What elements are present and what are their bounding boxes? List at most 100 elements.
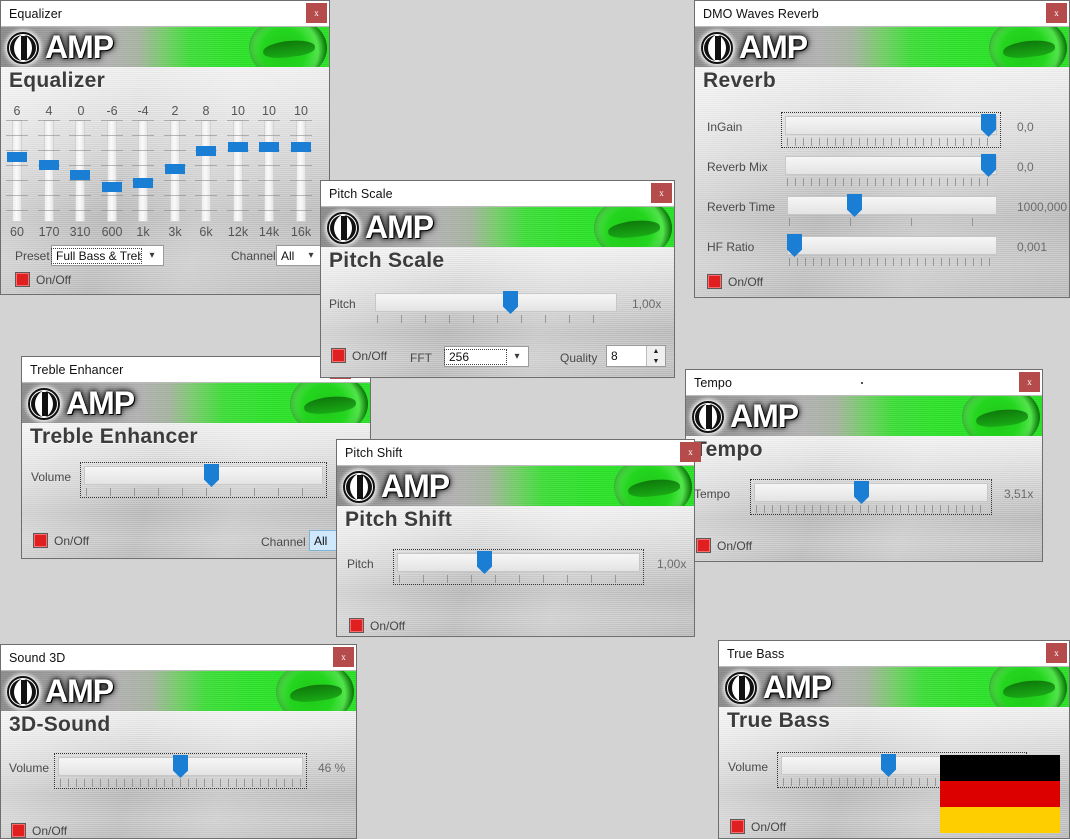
window-tempo[interactable]: Tempo x AMP Tempo Tempo 3,51x On/Off [685, 369, 1043, 562]
fft-select[interactable]: 256 ▾ [444, 346, 529, 367]
onoff-label: On/Off [751, 819, 787, 834]
reverbtime-slider[interactable] [787, 194, 997, 226]
eq-slider-3k[interactable] [164, 120, 186, 222]
eq-gain-value: 10 [231, 104, 245, 118]
eq-ticks [195, 120, 217, 222]
onoff-toggle[interactable]: On/Off [730, 819, 786, 834]
ingain-slider[interactable] [781, 112, 1001, 148]
onoff-label: On/Off [352, 348, 388, 363]
chevron-down-icon[interactable]: ▾ [506, 351, 528, 362]
stepper-buttons[interactable]: ▲ ▼ [646, 346, 665, 366]
titlebar-true-bass[interactable]: True Bass x [719, 641, 1069, 667]
eq-gain-value: 10 [262, 104, 276, 118]
eq-freq-label: 16k [290, 225, 312, 239]
window-pitch-scale[interactable]: Pitch Scale x AMP Pitch Scale Pitch 1,00… [320, 180, 675, 378]
onoff-checkbox[interactable] [11, 823, 26, 838]
eq-thumb[interactable] [165, 164, 185, 174]
hfratio-slider[interactable] [787, 234, 997, 266]
eq-thumb[interactable] [102, 182, 122, 192]
eq-thumb[interactable] [70, 170, 90, 180]
titlebar-tempo[interactable]: Tempo x [686, 370, 1042, 396]
onoff-toggle[interactable]: On/Off [349, 618, 405, 633]
window-sound-3d[interactable]: Sound 3D x AMP 3D-Sound Volume 46 % On/O… [0, 644, 357, 839]
eq-thumb[interactable] [7, 152, 27, 162]
stepper-up-icon[interactable]: ▲ [647, 346, 665, 356]
window-pitch-shift[interactable]: Pitch Shift x AMP Pitch Shift Pitch 1,00… [336, 439, 701, 637]
onoff-checkbox[interactable] [15, 272, 30, 287]
channel-select[interactable]: All ▾ [276, 245, 323, 266]
onoff-toggle[interactable]: On/Off [707, 274, 763, 289]
eq-slider-60[interactable] [6, 120, 28, 222]
onoff-toggle[interactable]: On/Off [15, 272, 71, 287]
eq-thumb[interactable] [291, 142, 311, 152]
banner-green-blob [290, 383, 368, 424]
tempo-slider[interactable] [750, 479, 992, 515]
slider-track [787, 236, 997, 255]
onoff-checkbox[interactable] [707, 274, 722, 289]
onoff-checkbox[interactable] [331, 348, 346, 363]
onoff-checkbox[interactable] [33, 533, 48, 548]
quality-stepper[interactable]: 8 ▲ ▼ [606, 345, 666, 367]
volume-slider[interactable] [54, 753, 307, 789]
eq-thumb[interactable] [39, 160, 59, 170]
section-title: Reverb [703, 69, 777, 92]
eq-slider-310[interactable] [69, 120, 91, 222]
close-icon[interactable]: x [680, 442, 701, 462]
titlebar-sound-3d[interactable]: Sound 3D x [1, 645, 356, 671]
onoff-checkbox[interactable] [730, 819, 745, 834]
eq-thumb[interactable] [259, 142, 279, 152]
onoff-toggle[interactable]: On/Off [33, 533, 89, 548]
onoff-checkbox[interactable] [696, 538, 711, 553]
chevron-down-icon[interactable]: ▾ [141, 250, 163, 261]
titlebar-pitch-shift[interactable]: Pitch Shift x [337, 440, 701, 466]
ingain-value: 0,0 [1017, 120, 1034, 134]
eq-slider-6k[interactable] [195, 120, 217, 222]
titlebar-equalizer[interactable]: Equalizer x [1, 1, 329, 27]
onoff-toggle[interactable]: On/Off [331, 348, 387, 363]
pitch-slider[interactable] [393, 549, 644, 585]
window-treble-enhancer[interactable]: Treble Enhancer x AMP Treble Enhancer Vo… [21, 356, 371, 559]
volume-slider[interactable] [80, 462, 327, 498]
panel-sound-3d: 3D-Sound Volume 46 % On/Off [1, 711, 356, 838]
close-icon[interactable]: x [1019, 372, 1040, 392]
eq-gain-value: 0 [77, 104, 85, 118]
titlebar-reverb[interactable]: DMO Waves Reverb x [695, 1, 1069, 27]
close-icon[interactable]: x [306, 3, 327, 23]
preset-select[interactable]: Full Bass & Treble ▾ [51, 245, 164, 266]
amp-wordmark: AMP [365, 209, 434, 245]
titlebar-treble-enhancer[interactable]: Treble Enhancer x [22, 357, 370, 383]
eq-slider-14k[interactable] [258, 120, 280, 222]
eq-gain-value: 8 [202, 104, 210, 118]
window-reverb[interactable]: DMO Waves Reverb x AMP Reverb InGain 0,0… [694, 0, 1070, 298]
window-equalizer[interactable]: Equalizer x AMP Equalizer 6 4 0 -6 -4 2 … [0, 0, 330, 295]
eq-ticks [38, 120, 60, 222]
eq-thumb[interactable] [228, 142, 248, 152]
eq-thumb[interactable] [133, 178, 153, 188]
amp-wordmark: AMP [45, 673, 114, 709]
amp-wordmark: AMP [730, 398, 799, 434]
stepper-down-icon[interactable]: ▼ [647, 356, 665, 366]
reverbtime-label: Reverb Time [707, 200, 776, 214]
close-icon[interactable]: x [1046, 3, 1067, 23]
onoff-toggle[interactable]: On/Off [696, 538, 752, 553]
eq-slider-16k[interactable] [290, 120, 312, 222]
titlebar-pitch-scale[interactable]: Pitch Scale x [321, 181, 674, 207]
pitch-slider[interactable] [375, 291, 617, 323]
eq-slider-170[interactable] [38, 120, 60, 222]
onoff-label: On/Off [54, 533, 90, 548]
eq-slider-600[interactable] [101, 120, 123, 222]
eq-freq-label: 60 [10, 225, 24, 239]
onoff-checkbox[interactable] [349, 618, 364, 633]
close-icon[interactable]: x [651, 183, 672, 203]
flag-stripe-red [940, 781, 1060, 808]
banner-green-blob [276, 671, 354, 712]
eq-slider-1k[interactable] [132, 120, 154, 222]
onoff-toggle[interactable]: On/Off [11, 823, 67, 838]
close-icon[interactable]: x [1046, 643, 1067, 663]
reverbmix-slider[interactable] [785, 154, 997, 186]
chevron-down-icon[interactable]: ▾ [300, 250, 322, 261]
eq-slider-12k[interactable] [227, 120, 249, 222]
close-icon[interactable]: x [333, 647, 354, 667]
window-title: Sound 3D [9, 650, 66, 665]
eq-thumb[interactable] [196, 146, 216, 156]
